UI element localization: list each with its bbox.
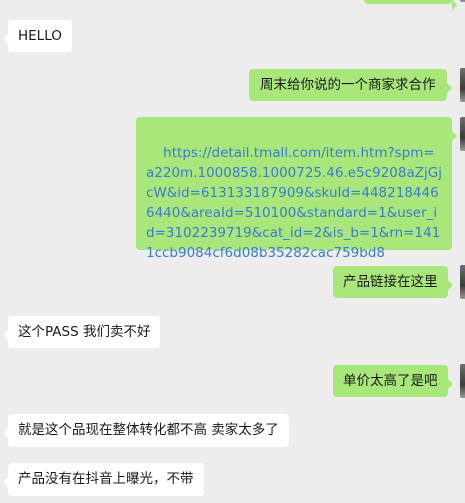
my-avatar[interactable] (460, 265, 465, 299)
message-bubble-outgoing-link[interactable]: https://detail.tmall.com/item.htm?spm=a2… (136, 117, 457, 261)
message-bubble-outgoing-partial[interactable] (364, 0, 457, 10)
chat-window[interactable]: HELLO 周末给你说的一个商家求合作 https://detail.tmall… (0, 0, 465, 503)
product-link[interactable]: https://detail.tmall.com/item.htm?spm=a2… (146, 145, 442, 261)
message-bubble-outgoing[interactable]: 单价太高了是吧 (333, 365, 452, 397)
message-bubble-incoming[interactable]: 就是这个品现在整体转化都不高 卖家太多了 (3, 414, 289, 447)
my-avatar[interactable] (460, 364, 465, 398)
my-avatar[interactable] (460, 68, 465, 102)
my-avatar[interactable] (460, 117, 465, 151)
message-bubble-incoming[interactable]: 产品没有在抖音上曝光，不带 (3, 463, 204, 496)
message-bubble-outgoing[interactable]: 周末给你说的一个商家求合作 (249, 69, 451, 101)
message-bubble-outgoing[interactable]: 产品链接在这里 (333, 266, 452, 298)
my-avatar[interactable] (460, 0, 465, 2)
message-bubble-incoming[interactable]: HELLO (3, 20, 72, 52)
message-bubble-incoming[interactable]: 这个PASS 我们卖不好 (2, 316, 161, 348)
